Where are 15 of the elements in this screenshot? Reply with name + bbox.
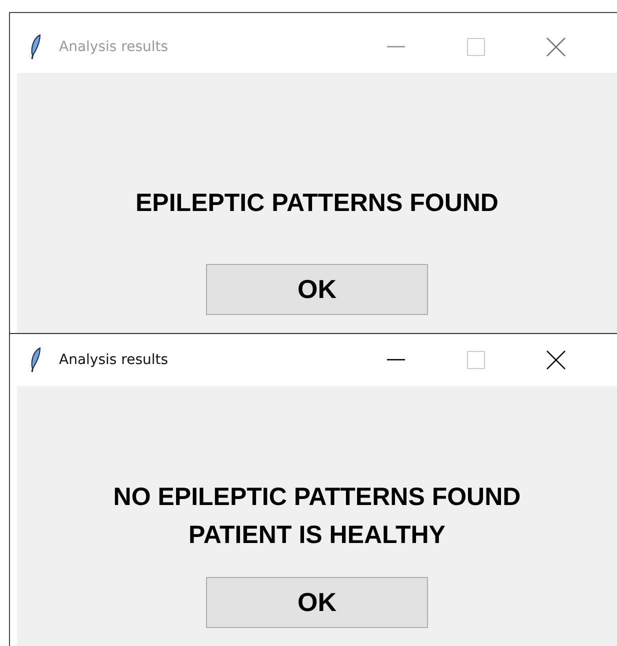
window-title: Analysis results <box>59 352 168 368</box>
minimize-icon <box>387 46 405 48</box>
message-text: NO EPILEPTIC PATTERNS FOUND <box>113 482 521 513</box>
close-icon <box>546 37 566 57</box>
ok-button[interactable]: OK <box>206 577 428 628</box>
ok-button[interactable]: OK <box>206 264 428 315</box>
close-icon <box>546 350 566 370</box>
feather-icon <box>30 347 42 373</box>
message-text: PATIENT IS HEALTHY <box>188 520 446 551</box>
maximize-icon <box>467 351 485 369</box>
minimize-icon <box>387 359 405 361</box>
window-title: Analysis results <box>59 39 168 55</box>
maximize-icon <box>467 38 485 56</box>
feather-icon <box>30 34 42 60</box>
message-text: EPILEPTIC PATTERNS FOUND <box>136 188 498 219</box>
